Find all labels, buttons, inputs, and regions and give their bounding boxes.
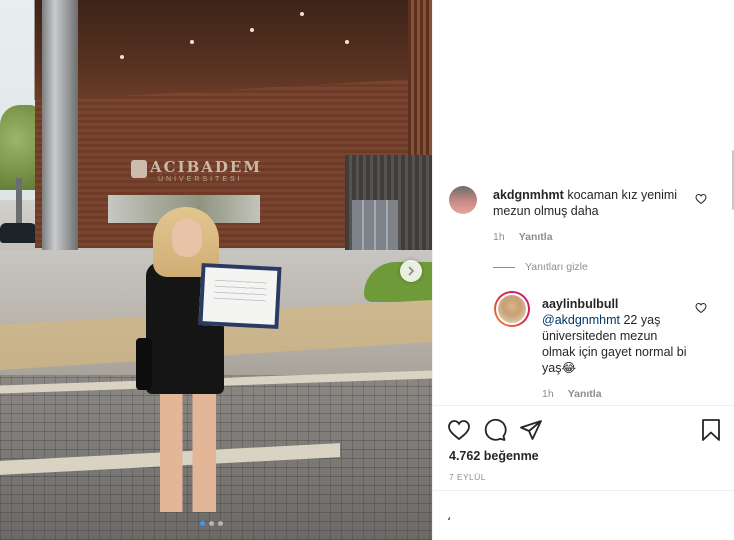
mention-link[interactable]: @akdgnmhmt <box>542 313 620 327</box>
likes-count[interactable]: 4.762 beğenme <box>449 449 539 463</box>
share-icon[interactable] <box>519 418 543 442</box>
carousel-indicator <box>200 521 223 526</box>
reply-button[interactable]: Yanıtla <box>519 231 553 243</box>
instagram-post-view: ACIBADEM ÜNİVERSİTESİ akdgnmhmt kocaman … <box>0 0 734 540</box>
person-legs <box>160 392 216 512</box>
hide-replies-label: Yanıtları gizle <box>525 261 588 273</box>
ceiling-light <box>300 12 304 16</box>
entrance-doors <box>352 200 398 250</box>
heart-icon[interactable] <box>695 193 707 205</box>
person-face <box>172 219 202 257</box>
comment-item: akdgnmhmt kocaman kız yenimi mezun olmuş… <box>493 187 698 219</box>
heart-icon[interactable] <box>447 418 471 442</box>
comment-input[interactable] <box>447 505 677 527</box>
divider-line <box>493 266 515 268</box>
carousel-dot <box>200 521 205 526</box>
diploma <box>198 262 282 330</box>
hide-replies-button[interactable]: Yanıtları gizle <box>493 261 588 273</box>
comments-list[interactable]: akdgnmhmt kocaman kız yenimi mezun olmuş… <box>433 0 734 405</box>
post-actions: 4.762 beğenme 7 EYLÜL <box>433 405 734 490</box>
university-sign-sub: ÜNİVERSİTESİ <box>158 176 243 183</box>
carousel-next-button[interactable] <box>400 260 422 282</box>
chevron-right-icon <box>408 266 414 276</box>
heart-icon[interactable] <box>695 302 707 314</box>
post-photo[interactable]: ACIBADEM ÜNİVERSİTESİ <box>0 0 432 540</box>
carousel-dot <box>209 521 214 526</box>
post-side-panel: akdgnmhmt kocaman kız yenimi mezun olmuş… <box>432 0 734 540</box>
avatar[interactable] <box>449 186 477 214</box>
handbag <box>136 338 152 390</box>
steel-column <box>42 0 78 285</box>
university-logo <box>131 160 147 178</box>
comment-icon[interactable] <box>483 418 507 442</box>
comment-time: 1h <box>493 231 505 243</box>
post-date[interactable]: 7 EYLÜL <box>449 472 486 482</box>
parked-car <box>0 223 38 243</box>
bookmark-icon[interactable] <box>699 418 723 442</box>
ceiling-light <box>120 55 124 59</box>
comment-meta: 1h Yanıtla <box>493 231 553 243</box>
reply-item: aaylinbulbull @akdgnmhmt 22 yaş üniversi… <box>542 296 692 376</box>
avatar-story-ring[interactable] <box>494 291 530 327</box>
avatar <box>496 293 528 325</box>
reply-username[interactable]: aaylinbulbull <box>542 297 618 311</box>
comment-username[interactable]: akdgnmhmt <box>493 188 564 202</box>
ceiling-light <box>250 28 254 32</box>
university-sign: ACIBADEM <box>150 158 262 176</box>
reply-button[interactable]: Yanıtla <box>568 388 602 400</box>
add-comment-bar <box>433 490 734 540</box>
ceiling-light <box>190 40 194 44</box>
ceiling-light <box>345 40 349 44</box>
carousel-dot <box>218 521 223 526</box>
reply-meta: 1h Yanıtla <box>542 388 602 400</box>
reply-time: 1h <box>542 388 554 400</box>
